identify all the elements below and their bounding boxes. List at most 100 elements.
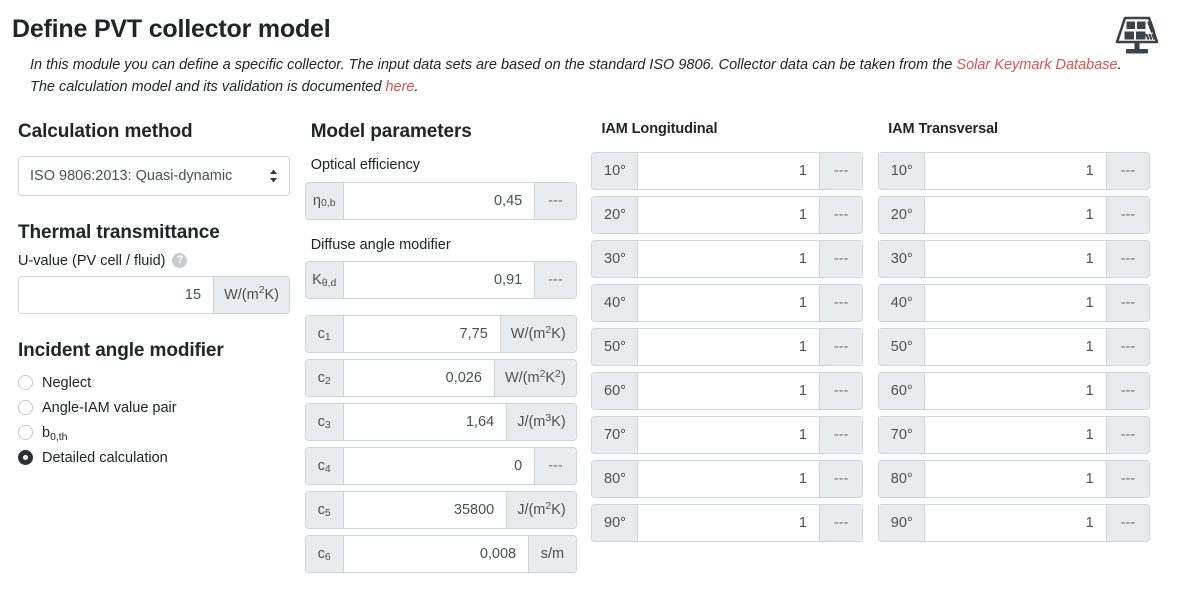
u-value-input[interactable]	[19, 276, 214, 313]
iam-longitudinal-unit: ---	[818, 417, 863, 454]
coefficient-unit-2: W/(m 2 K 2)	[493, 360, 576, 397]
coefficient-input-group-5[interactable]: c5 J/(m2K)	[304, 491, 577, 530]
coefficient-symbol-base: c	[317, 370, 325, 387]
iam-longitudinal-row[interactable]: 40° ---	[591, 284, 864, 323]
iam-radio-label-sub: 0,th	[50, 431, 68, 443]
iam-longitudinal-row[interactable]: 80° ---	[591, 460, 864, 499]
diffuse-angle-modifier-symbol: Kθ,d	[305, 262, 344, 299]
iam-longitudinal-row[interactable]: 20° ---	[591, 196, 864, 235]
iam-longitudinal-unit: ---	[818, 285, 863, 322]
iam-longitudinal-angle-label: 10°	[592, 153, 639, 190]
iam-transversal-row[interactable]: 40° ---	[878, 284, 1151, 323]
diffuse-angle-modifier-input-group[interactable]: Kθ,d ---	[304, 261, 577, 300]
coefficient-input-2[interactable]	[343, 360, 494, 397]
iam-transversal-row[interactable]: 10° ---	[878, 152, 1151, 191]
iam-longitudinal-row[interactable]: 50° ---	[591, 328, 864, 367]
coefficient-symbol-base: c	[317, 326, 325, 343]
page-title: Define PVT collector model	[12, 15, 331, 43]
u-value-input-group[interactable]: W/(m2K)	[18, 275, 290, 314]
iam-longitudinal-input-50°[interactable]	[638, 329, 819, 366]
iam-transversal-row[interactable]: 50° ---	[878, 328, 1151, 367]
coefficient-input-1[interactable]	[343, 316, 500, 353]
iam-transversal-input-30°[interactable]	[925, 241, 1106, 278]
radio-button-icon[interactable]	[18, 450, 33, 466]
optical-efficiency-input[interactable]	[343, 182, 535, 219]
iam-transversal-angle-label: 50°	[879, 329, 926, 366]
iam-longitudinal-row[interactable]: 70° ---	[591, 416, 864, 455]
calculation-method-select-wrap[interactable]: ISO 9806:2013: Quasi-dynamic	[18, 155, 290, 196]
iam-longitudinal-input-10°[interactable]	[638, 153, 819, 190]
help-icon[interactable]: ?	[172, 253, 188, 269]
radio-button-icon[interactable]	[18, 425, 33, 441]
iam-radio-option-3[interactable]: Detailed calculation	[18, 445, 305, 470]
coefficient-input-4[interactable]	[343, 448, 535, 485]
coefficient-input-group-3[interactable]: c3J/(m3K)	[304, 403, 577, 442]
iam-transversal-input-10°[interactable]	[925, 153, 1106, 190]
iam-longitudinal-input-70°[interactable]	[638, 417, 819, 454]
iam-transversal-unit: ---	[1105, 285, 1150, 322]
iam-transversal-unit: ---	[1105, 153, 1150, 190]
iam-longitudinal-input-40°[interactable]	[638, 285, 819, 322]
column-calculation: Calculation method ISO 9806:2013: Quasi-…	[12, 121, 305, 470]
iam-longitudinal-input-30°[interactable]	[638, 241, 819, 278]
iam-transversal-input-70°[interactable]	[925, 417, 1106, 454]
radio-button-icon[interactable]	[18, 375, 33, 391]
iam-radio-label: Angle-IAM value pair	[42, 399, 177, 416]
iam-transversal-input-20°[interactable]	[925, 197, 1106, 234]
coefficient-symbol-2: c2	[305, 360, 344, 397]
iam-longitudinal-row[interactable]: 90° ---	[591, 504, 864, 543]
iam-radio-option-0[interactable]: Neglect	[18, 370, 305, 395]
diffuse-angle-modifier-input[interactable]	[343, 262, 535, 299]
iam-longitudinal-unit: ---	[818, 241, 863, 278]
iam-radio-label: b0,th	[42, 425, 68, 443]
calculation-method-select[interactable]: ISO 9806:2013: Quasi-dynamic	[18, 155, 290, 196]
iam-transversal-input-40°[interactable]	[925, 285, 1106, 322]
model-parameters-heading: Model parameters	[310, 120, 472, 142]
iam-transversal-unit: ---	[1105, 461, 1150, 498]
iam-transversal-input-80°[interactable]	[925, 461, 1106, 498]
incident-angle-modifier-radio-group[interactable]: Neglect Angle-IAM value pair b0,th Detailed…	[18, 370, 305, 470]
iam-transversal-row[interactable]: 80° ---	[878, 460, 1151, 499]
iam-longitudinal-row[interactable]: 60° ---	[591, 372, 864, 411]
iam-transversal-row[interactable]: 70° ---	[878, 416, 1151, 455]
coefficient-symbol-sub: 2	[324, 375, 331, 387]
iam-longitudinal-input-90°[interactable]	[638, 505, 819, 542]
iam-transversal-row[interactable]: 90° ---	[878, 504, 1151, 543]
optical-efficiency-unit: ---	[534, 182, 576, 219]
coefficient-input-group-4[interactable]: c4 ---	[304, 447, 577, 486]
coefficient-input-3[interactable]	[343, 404, 507, 441]
coefficient-input-group-1[interactable]: c1 W/(m2K)	[304, 315, 577, 354]
solar-keymark-database-link[interactable]: Solar Keymark Database	[956, 57, 1117, 73]
intro-text-1: In this module you can define a specific…	[30, 57, 957, 73]
iam-longitudinal-row[interactable]: 10° ---	[591, 152, 864, 191]
coefficient-input-6[interactable]	[343, 536, 529, 573]
coefficient-input-5[interactable]	[343, 492, 507, 529]
iam-transversal-angle-label: 90°	[879, 505, 926, 542]
incident-angle-modifier-heading: Incident angle modifier	[18, 339, 224, 361]
coefficient-input-group-6[interactable]: c6 s/m	[304, 535, 577, 574]
iam-longitudinal-input-80°[interactable]	[638, 461, 819, 498]
iam-transversal-row[interactable]: 60° ---	[878, 372, 1151, 411]
optical-efficiency-symbol-sub: 0,b	[320, 198, 336, 209]
iam-radio-option-1[interactable]: Angle-IAM value pair	[18, 395, 305, 420]
optical-efficiency-input-group[interactable]: η0,b ---	[304, 181, 577, 220]
radio-button-icon[interactable]	[18, 400, 33, 416]
iam-transversal-row[interactable]: 30° ---	[878, 240, 1151, 279]
iam-transversal-input-90°[interactable]	[925, 505, 1106, 542]
unit-post: K)	[551, 326, 566, 343]
iam-longitudinal-input-20°[interactable]	[638, 197, 819, 234]
intro-paragraph: In this module you can define a specific…	[30, 54, 1135, 99]
iam-transversal-input-60°[interactable]	[925, 373, 1106, 410]
coefficient-symbol-6: c6	[305, 536, 344, 573]
documentation-here-link[interactable]: here	[385, 79, 414, 95]
iam-longitudinal-input-60°[interactable]	[638, 373, 819, 410]
unit-sup: 3	[545, 412, 552, 424]
iam-longitudinal-row[interactable]: 30° ---	[591, 240, 864, 279]
iam-transversal-angle-label: 30°	[879, 241, 926, 278]
iam-longitudinal-unit: ---	[818, 373, 863, 410]
coefficient-input-group-2[interactable]: c2 W/(m2K2)	[304, 359, 577, 398]
iam-transversal-input-50°[interactable]	[925, 329, 1106, 366]
iam-longitudinal-unit: ---	[818, 461, 863, 498]
iam-transversal-row[interactable]: 20° ---	[878, 196, 1151, 235]
iam-radio-option-2[interactable]: b0,th	[18, 420, 305, 445]
